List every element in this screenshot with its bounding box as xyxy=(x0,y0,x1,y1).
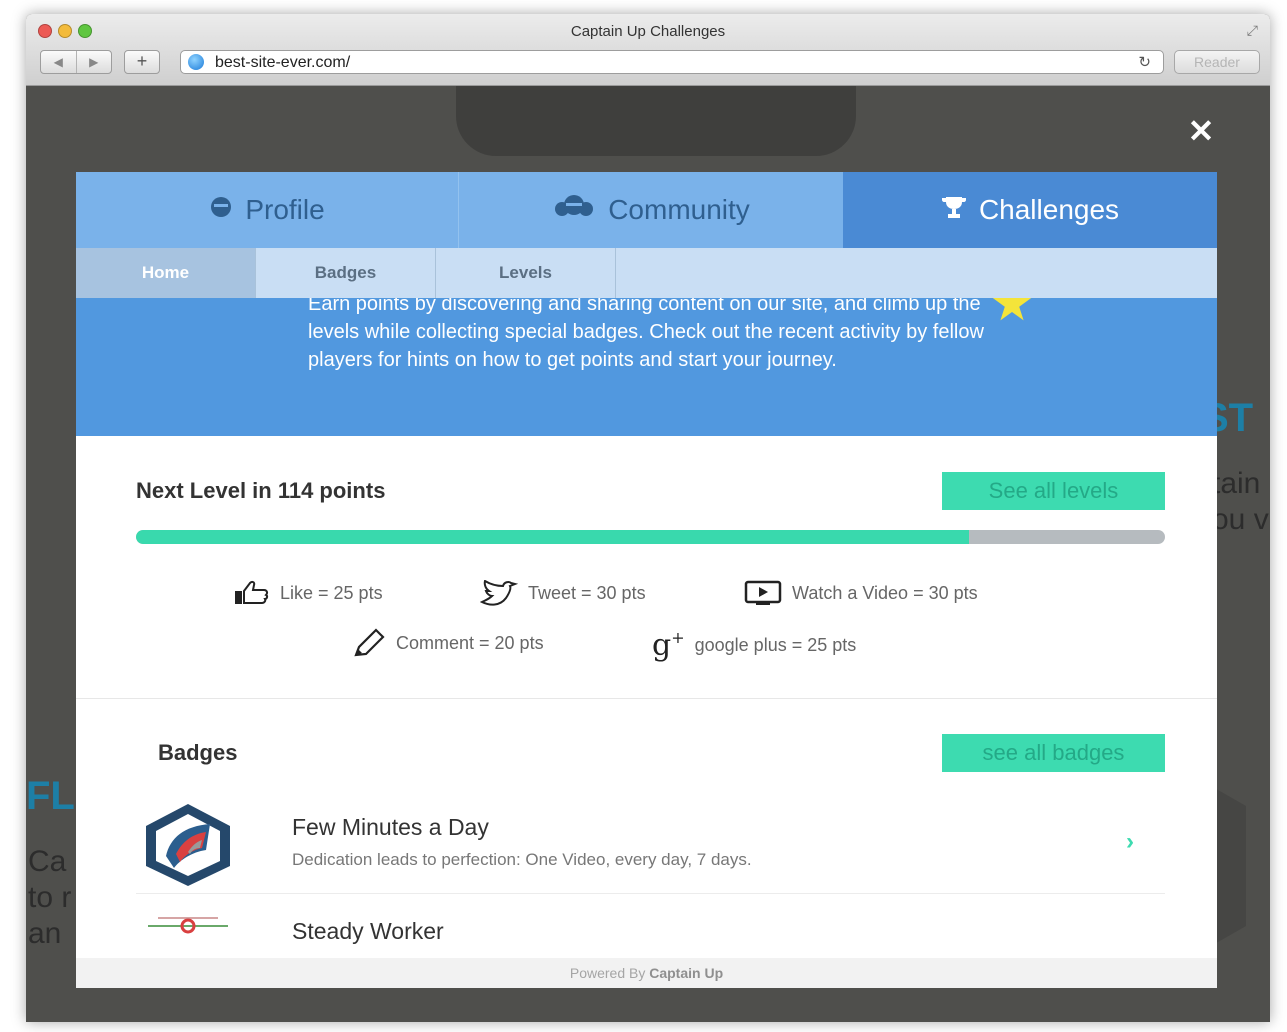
tab-profile-label: Profile xyxy=(245,194,325,225)
trophy-icon xyxy=(941,194,967,227)
level-progress-fill xyxy=(136,530,970,544)
star-icon xyxy=(992,298,1032,321)
intro-text: Earn points by discovering and sharing c… xyxy=(308,298,984,371)
back-button[interactable]: ◀ xyxy=(41,51,77,73)
back-forward-buttons: ◀ ▶ xyxy=(40,50,112,74)
background-silhouette xyxy=(456,86,856,156)
footer-prefix: Powered By xyxy=(569,965,650,981)
reader-button[interactable]: Reader xyxy=(1174,50,1260,74)
action-comment-label: Comment = 20 pts xyxy=(396,632,544,653)
community-icon xyxy=(552,194,596,227)
sub-tabs: Home Badges Levels xyxy=(76,248,1217,298)
tab-community-label: Community xyxy=(608,194,750,225)
action-gplus-label: google plus = 25 pts xyxy=(694,635,857,655)
background-text-right: tain ou v xyxy=(1212,467,1269,536)
action-like-label: Like = 25 pts xyxy=(280,582,383,603)
background-heading-left: FL xyxy=(26,774,75,818)
section-divider xyxy=(76,698,1217,699)
footer-brand-link[interactable]: Captain Up xyxy=(649,965,723,981)
reload-icon[interactable]: ↻ xyxy=(1138,53,1151,71)
action-tweet: Tweet = 30 pts xyxy=(480,580,646,606)
subtab-badges[interactable]: Badges xyxy=(256,248,436,298)
chevron-right-icon[interactable]: › xyxy=(1126,828,1134,856)
pencil-icon xyxy=(352,628,386,658)
badges-title: Badges xyxy=(158,740,238,765)
twitter-bird-icon xyxy=(480,580,518,606)
browser-titlebar: Captain Up Challenges ⤢ ◀ ▶ + best-site-… xyxy=(26,14,1270,86)
intro-banner: Earn points by discovering and sharing c… xyxy=(76,298,1217,436)
badge-list-item[interactable]: Few Minutes a Day Dedication leads to pe… xyxy=(136,792,1165,894)
powered-by-footer: Powered By Captain Up xyxy=(76,958,1217,988)
level-progress-bar xyxy=(136,530,1165,544)
see-all-badges-button[interactable]: see all badges xyxy=(942,734,1165,772)
window-title: Captain Up Challenges xyxy=(570,23,726,40)
page-content: ST tain ou v FL Ca to r an ✕ Profile Com… xyxy=(26,86,1270,1022)
challenges-modal: Profile Community Challenges Home Badges… xyxy=(76,172,1217,988)
action-like: Like = 25 pts xyxy=(234,580,383,606)
subtab-levels[interactable]: Levels xyxy=(436,248,616,298)
see-all-levels-button[interactable]: See all levels xyxy=(942,472,1165,510)
globe-icon xyxy=(188,54,204,70)
tab-challenges-label: Challenges xyxy=(978,194,1120,225)
close-overlay-button[interactable]: ✕ xyxy=(1184,114,1218,148)
browser-window: Captain Up Challenges ⤢ ◀ ▶ + best-site-… xyxy=(26,14,1270,1022)
google-plus-icon: g + xyxy=(652,628,685,663)
main-tabs: Profile Community Challenges xyxy=(76,172,1217,248)
badge-description: Dedication leads to perfection: One Vide… xyxy=(292,850,752,869)
video-play-icon xyxy=(744,580,782,606)
thumbs-up-icon xyxy=(234,580,270,606)
tab-challenges[interactable]: Challenges xyxy=(843,172,1217,248)
next-level-title: Next Level in 114 points xyxy=(136,478,386,503)
action-video: Watch a Video = 30 pts xyxy=(744,580,978,606)
forward-button[interactable]: ▶ xyxy=(77,51,112,73)
profile-icon xyxy=(209,195,233,226)
background-text-left: Ca to r an xyxy=(28,845,72,950)
fullscreen-icon[interactable]: ⤢ xyxy=(1247,22,1258,39)
action-gplus: g + google plus = 25 pts xyxy=(652,628,856,663)
action-tweet-label: Tweet = 30 pts xyxy=(528,582,646,603)
tab-community[interactable]: Community xyxy=(459,172,843,248)
badge-name: Few Minutes a Day xyxy=(292,814,489,840)
badge-name: Steady Worker xyxy=(292,918,444,944)
tab-profile[interactable]: Profile xyxy=(76,172,459,248)
action-comment: Comment = 20 pts xyxy=(352,628,544,658)
new-tab-button[interactable]: + xyxy=(124,50,160,74)
address-url[interactable]: best-site-ever.com/ xyxy=(215,54,350,72)
address-bar[interactable]: best-site-ever.com/ ↻ xyxy=(180,50,1164,74)
action-video-label: Watch a Video = 30 pts xyxy=(792,582,978,603)
subtab-home[interactable]: Home xyxy=(76,248,256,298)
hexagon-badge-icon xyxy=(140,802,236,888)
